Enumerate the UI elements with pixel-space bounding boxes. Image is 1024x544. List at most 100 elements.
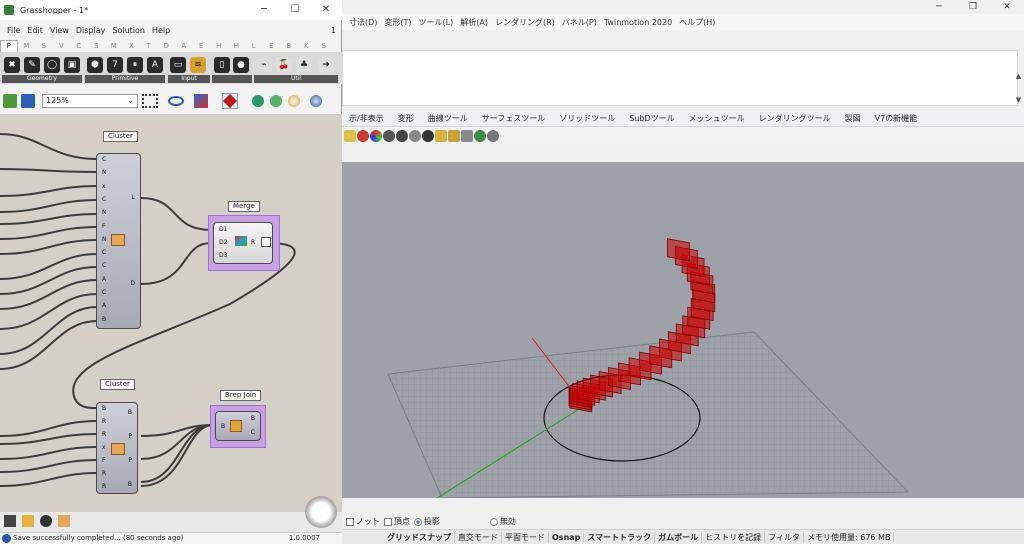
status-osnap[interactable]: Osnap bbox=[549, 532, 585, 542]
gray-sphere-icon[interactable] bbox=[409, 130, 421, 142]
phone-icon[interactable]: ▯ bbox=[214, 57, 230, 73]
gh-close-button[interactable]: ✕ bbox=[311, 0, 341, 20]
merge-input-d2[interactable]: D2 bbox=[219, 239, 227, 246]
cluster-input-port[interactable]: R bbox=[102, 470, 106, 477]
canvas-icon-2[interactable] bbox=[22, 515, 34, 527]
close-button[interactable]: ✕ bbox=[990, 0, 1024, 14]
save-file-icon[interactable] bbox=[21, 94, 35, 108]
params-curve-icon[interactable]: ✎ bbox=[24, 57, 40, 73]
cluster-input-port[interactable]: N bbox=[102, 236, 107, 243]
cluster-input-port[interactable]: F bbox=[102, 457, 105, 464]
cluster-input-port[interactable]: x bbox=[102, 444, 106, 451]
category-tab[interactable]: S bbox=[35, 42, 53, 50]
cluster-input-port[interactable]: B bbox=[102, 405, 106, 412]
gh-menu-display[interactable]: Display bbox=[76, 26, 106, 35]
primitive-text-icon[interactable]: A bbox=[147, 57, 163, 73]
primitive-pause-icon[interactable]: ⏸ bbox=[127, 57, 143, 73]
category-tab[interactable]: V bbox=[53, 42, 71, 50]
menu-tools[interactable]: ツール(L) bbox=[419, 17, 454, 28]
brep-join-component[interactable]: B B C bbox=[215, 411, 261, 441]
merge-component[interactable]: D1 D2 D3 R bbox=[213, 222, 273, 264]
gh-menu-edit[interactable]: Edit bbox=[27, 26, 43, 35]
status-filter[interactable]: フィルタ bbox=[765, 531, 804, 543]
cluster2-component[interactable]: BRRxFRR B P P B bbox=[96, 402, 138, 494]
cluster-input-port[interactable]: x bbox=[102, 183, 106, 190]
category-tab[interactable]: L bbox=[245, 42, 263, 50]
menu-render[interactable]: レンダリング(R) bbox=[495, 17, 555, 28]
disable-radio[interactable] bbox=[489, 517, 498, 526]
canvas-icon-4[interactable] bbox=[58, 515, 70, 527]
cluster-input-port[interactable]: C bbox=[102, 289, 106, 296]
zoom-dropdown[interactable]: 125% ⌄ bbox=[42, 94, 138, 108]
open-file-icon[interactable] bbox=[3, 94, 17, 108]
cluster-input-port[interactable]: C bbox=[102, 196, 106, 203]
category-tab[interactable]: E bbox=[263, 42, 281, 50]
status-grid-snap[interactable]: グリッドスナップ bbox=[384, 531, 455, 543]
category-tab[interactable]: B bbox=[280, 42, 298, 50]
brep-join-output-c[interactable]: C bbox=[251, 429, 255, 436]
category-tab[interactable]: X bbox=[123, 42, 141, 50]
color-wheel-icon[interactable] bbox=[370, 130, 382, 142]
preview-mesh-icon[interactable] bbox=[252, 95, 264, 107]
light-icon[interactable] bbox=[435, 130, 447, 142]
category-tab[interactable]: P bbox=[0, 40, 18, 52]
cluster-input-port[interactable]: C bbox=[102, 262, 106, 269]
cluster1-output-l[interactable]: L bbox=[132, 194, 135, 201]
category-tab[interactable]: A bbox=[175, 42, 193, 50]
restore-button[interactable]: ❐ bbox=[956, 0, 990, 14]
tab-surface-tools[interactable]: サーフェスツール bbox=[475, 113, 553, 124]
brep-join-input-b[interactable]: B bbox=[221, 423, 225, 430]
cluster2-output-p[interactable]: P bbox=[128, 433, 132, 440]
tree-icon[interactable]: ♣ bbox=[296, 57, 312, 73]
gh-canvas[interactable]: Cluster CNxCNFNCCACAB L D Merge D1 D2 D3… bbox=[0, 114, 342, 512]
eye-icon[interactable] bbox=[168, 96, 184, 106]
gh-menu-file[interactable]: File bbox=[7, 26, 20, 35]
cluster-input-port[interactable]: R bbox=[102, 431, 106, 438]
tab-curve-tools[interactable]: 曲線ツール bbox=[421, 113, 475, 124]
cluster2-output-b[interactable]: B bbox=[128, 409, 132, 416]
gh-minimize-button[interactable]: ─ bbox=[249, 0, 279, 20]
cherry-icon[interactable]: 🍒 bbox=[276, 57, 292, 73]
cluster-input-port[interactable]: F bbox=[102, 223, 105, 230]
cluster-input-port[interactable]: R bbox=[102, 483, 106, 490]
tab-mesh-tools[interactable]: メッシュツール bbox=[682, 113, 752, 124]
cluster-input-port[interactable]: C bbox=[102, 156, 106, 163]
merge-output-r[interactable]: R bbox=[251, 239, 255, 246]
category-tab[interactable]: S bbox=[315, 42, 333, 50]
cluster-input-port[interactable]: A bbox=[102, 302, 106, 309]
status-gumball[interactable]: ガムボール bbox=[655, 531, 703, 543]
gh-menu-view[interactable]: View bbox=[50, 26, 69, 35]
menu-transform[interactable]: 変形(T) bbox=[384, 17, 411, 28]
category-tab[interactable]: M bbox=[18, 42, 36, 50]
gh-menu-solution[interactable]: Solution bbox=[112, 26, 145, 35]
preview-shaded-icon[interactable] bbox=[288, 95, 300, 107]
cluster-input-port[interactable]: A bbox=[102, 276, 106, 283]
cluster1-component[interactable]: CNxCNFNCCACAB L D bbox=[96, 153, 141, 329]
params-x-icon[interactable]: ✖ bbox=[4, 57, 20, 73]
gh-menu-help[interactable]: Help bbox=[152, 26, 170, 35]
preview-toggle-button[interactable] bbox=[222, 93, 238, 109]
vertex-checkbox[interactable] bbox=[383, 517, 392, 526]
primitive-hex-icon[interactable]: ⬢ bbox=[87, 57, 103, 73]
sun-icon[interactable] bbox=[448, 130, 460, 142]
params-box-icon[interactable]: ▣ bbox=[64, 57, 80, 73]
cluster-input-port[interactable]: C bbox=[102, 249, 106, 256]
params-circle-icon[interactable]: ◯ bbox=[44, 57, 60, 73]
shaded-sphere-icon[interactable] bbox=[396, 130, 408, 142]
command-history[interactable] bbox=[342, 50, 1018, 106]
menu-twinmotion[interactable]: Twinmotion 2020 bbox=[604, 18, 672, 27]
red-sphere-icon[interactable] bbox=[357, 130, 369, 142]
preview-settings-icon[interactable] bbox=[310, 95, 322, 107]
cluster-input-port[interactable]: N bbox=[102, 169, 107, 176]
tab-v7-new[interactable]: V7の新機能 bbox=[868, 113, 925, 124]
category-tab[interactable]: S bbox=[88, 42, 106, 50]
category-tab[interactable]: H bbox=[228, 42, 246, 50]
render-icon[interactable] bbox=[487, 130, 499, 142]
tab-subd-tools[interactable]: SubDツール bbox=[622, 113, 681, 124]
black-sphere-icon[interactable] bbox=[422, 130, 434, 142]
gh-maximize-button[interactable]: ☐ bbox=[280, 0, 310, 20]
category-tab[interactable]: M bbox=[105, 42, 123, 50]
category-tab[interactable]: C bbox=[70, 42, 88, 50]
cluster-input-port[interactable]: R bbox=[102, 418, 106, 425]
perspective-viewport[interactable] bbox=[342, 162, 1024, 498]
